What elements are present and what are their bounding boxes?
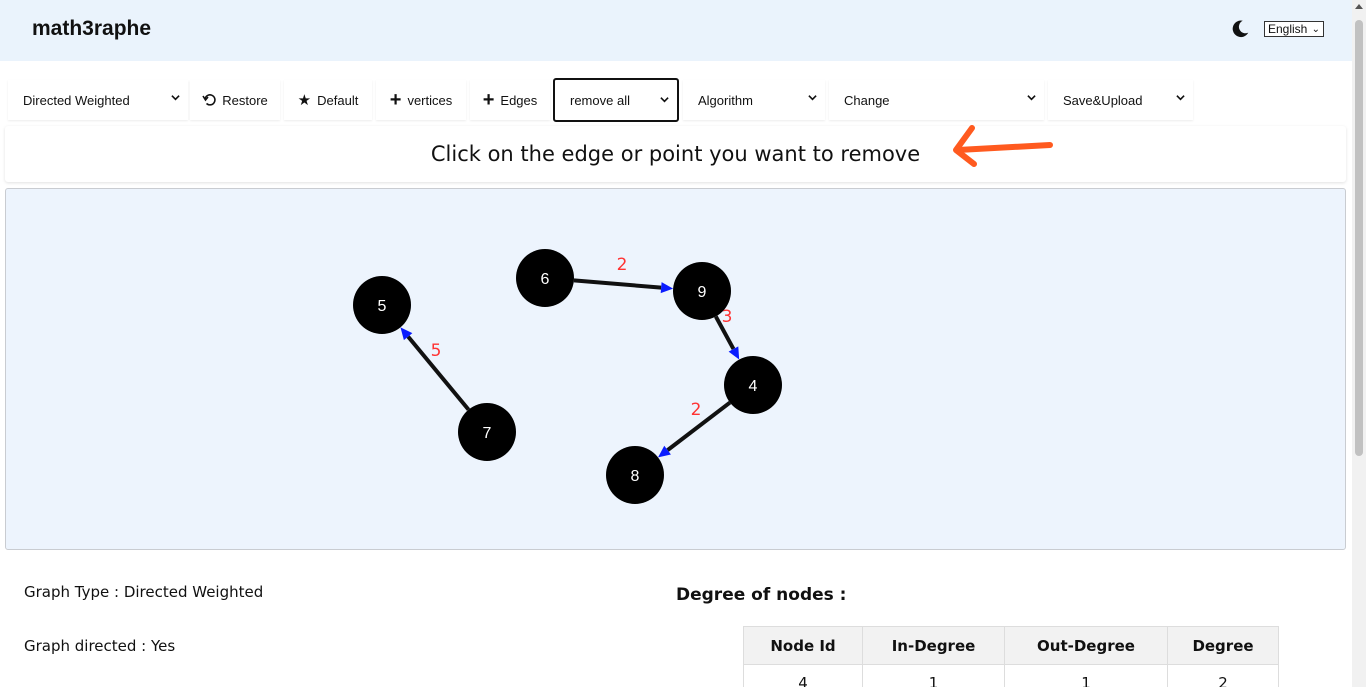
language-select[interactable]: English ⌄ xyxy=(1264,21,1324,37)
save-upload-select-value: Save&Upload xyxy=(1063,92,1143,108)
chevron-down-icon xyxy=(1027,95,1036,101)
table-cell: 2 xyxy=(1167,664,1279,687)
graph-canvas[interactable]: 5232569478 xyxy=(5,188,1346,550)
restore-label: Restore xyxy=(222,92,268,108)
node-label: 8 xyxy=(631,468,640,485)
scrollbar-thumb[interactable] xyxy=(1355,20,1363,456)
save-upload-select[interactable]: Save&Upload xyxy=(1048,80,1193,120)
arrow-left-icon xyxy=(953,125,1053,167)
chevron-down-icon xyxy=(171,95,180,101)
algorithm-select[interactable]: Algorithm xyxy=(683,80,825,120)
star-icon: ★ xyxy=(297,91,312,109)
column-header-in-degree: In-Degree xyxy=(862,626,1005,665)
graph-toolbar: Directed Weighted Restore ★ Default + ve… xyxy=(0,78,1352,122)
remove-mode-select-value: remove all xyxy=(570,92,630,108)
restore-button[interactable]: Restore xyxy=(190,80,280,120)
table-cell: 1 xyxy=(862,664,1005,687)
language-select-value: English xyxy=(1268,22,1308,36)
graph-type-select[interactable]: Directed Weighted xyxy=(8,80,188,120)
column-header-out-degree: Out-Degree xyxy=(1004,626,1168,665)
add-vertices-button[interactable]: + vertices xyxy=(376,80,466,120)
degree-title: Degree of nodes : xyxy=(676,585,847,605)
table-row: 4 1 1 2 xyxy=(743,664,1279,687)
chevron-down-icon xyxy=(660,97,669,103)
column-header-node-id: Node Id xyxy=(743,626,863,665)
node-label: 9 xyxy=(698,284,707,301)
graph-type-select-value: Directed Weighted xyxy=(23,92,130,108)
plus-icon: + xyxy=(482,89,495,111)
graph-directed-info: Graph directed : Yes xyxy=(24,637,176,655)
default-label: Default xyxy=(317,92,359,108)
chevron-down-icon xyxy=(808,95,817,101)
graph-drawing[interactable]: 5232569478 xyxy=(6,189,1345,549)
chevron-down-icon xyxy=(1176,95,1185,101)
node-label: 6 xyxy=(541,271,550,288)
edge-weight-label: 5 xyxy=(431,341,442,361)
edge-arrowhead xyxy=(660,282,674,294)
graph-type-info: Graph Type : Directed Weighted xyxy=(24,583,264,601)
brand-logo[interactable]: math3raphe xyxy=(32,17,151,41)
chevron-down-icon: ⌄ xyxy=(1311,24,1320,35)
remove-mode-select[interactable]: remove all xyxy=(553,78,679,122)
change-select-value: Change xyxy=(844,92,890,108)
table-header-row: Node Id In-Degree Out-Degree Degree xyxy=(743,626,1279,665)
table-cell: 1 xyxy=(1004,664,1168,687)
node-label: 5 xyxy=(378,298,387,315)
moon-icon[interactable] xyxy=(1229,18,1251,40)
table-cell: 4 xyxy=(743,664,863,687)
column-header-degree: Degree xyxy=(1167,626,1279,665)
degree-table: Node Id In-Degree Out-Degree Degree 4 1 … xyxy=(743,626,1279,687)
change-select[interactable]: Change xyxy=(829,80,1044,120)
scroll-up-arrow-icon[interactable] xyxy=(1355,4,1363,9)
default-button[interactable]: ★ Default xyxy=(284,80,372,120)
instruction-text: Click on the edge or point you want to r… xyxy=(430,142,921,166)
top-navbar: math3raphe English ⌄ xyxy=(0,0,1352,61)
plus-icon: + xyxy=(389,89,402,111)
algorithm-select-value: Algorithm xyxy=(698,92,753,108)
node-label: 4 xyxy=(749,378,758,395)
instruction-banner: Click on the edge or point you want to r… xyxy=(5,126,1346,182)
page-scrollbar[interactable] xyxy=(1352,0,1366,687)
graph-edge[interactable] xyxy=(573,278,662,290)
node-label: 7 xyxy=(483,425,492,442)
add-edges-button[interactable]: + Edges xyxy=(470,80,550,120)
edge-weight-label: 2 xyxy=(617,255,628,275)
undo-icon xyxy=(202,94,216,106)
vertices-label: vertices xyxy=(407,92,453,108)
edge-weight-label: 2 xyxy=(691,400,702,420)
edges-label: Edges xyxy=(500,92,538,108)
